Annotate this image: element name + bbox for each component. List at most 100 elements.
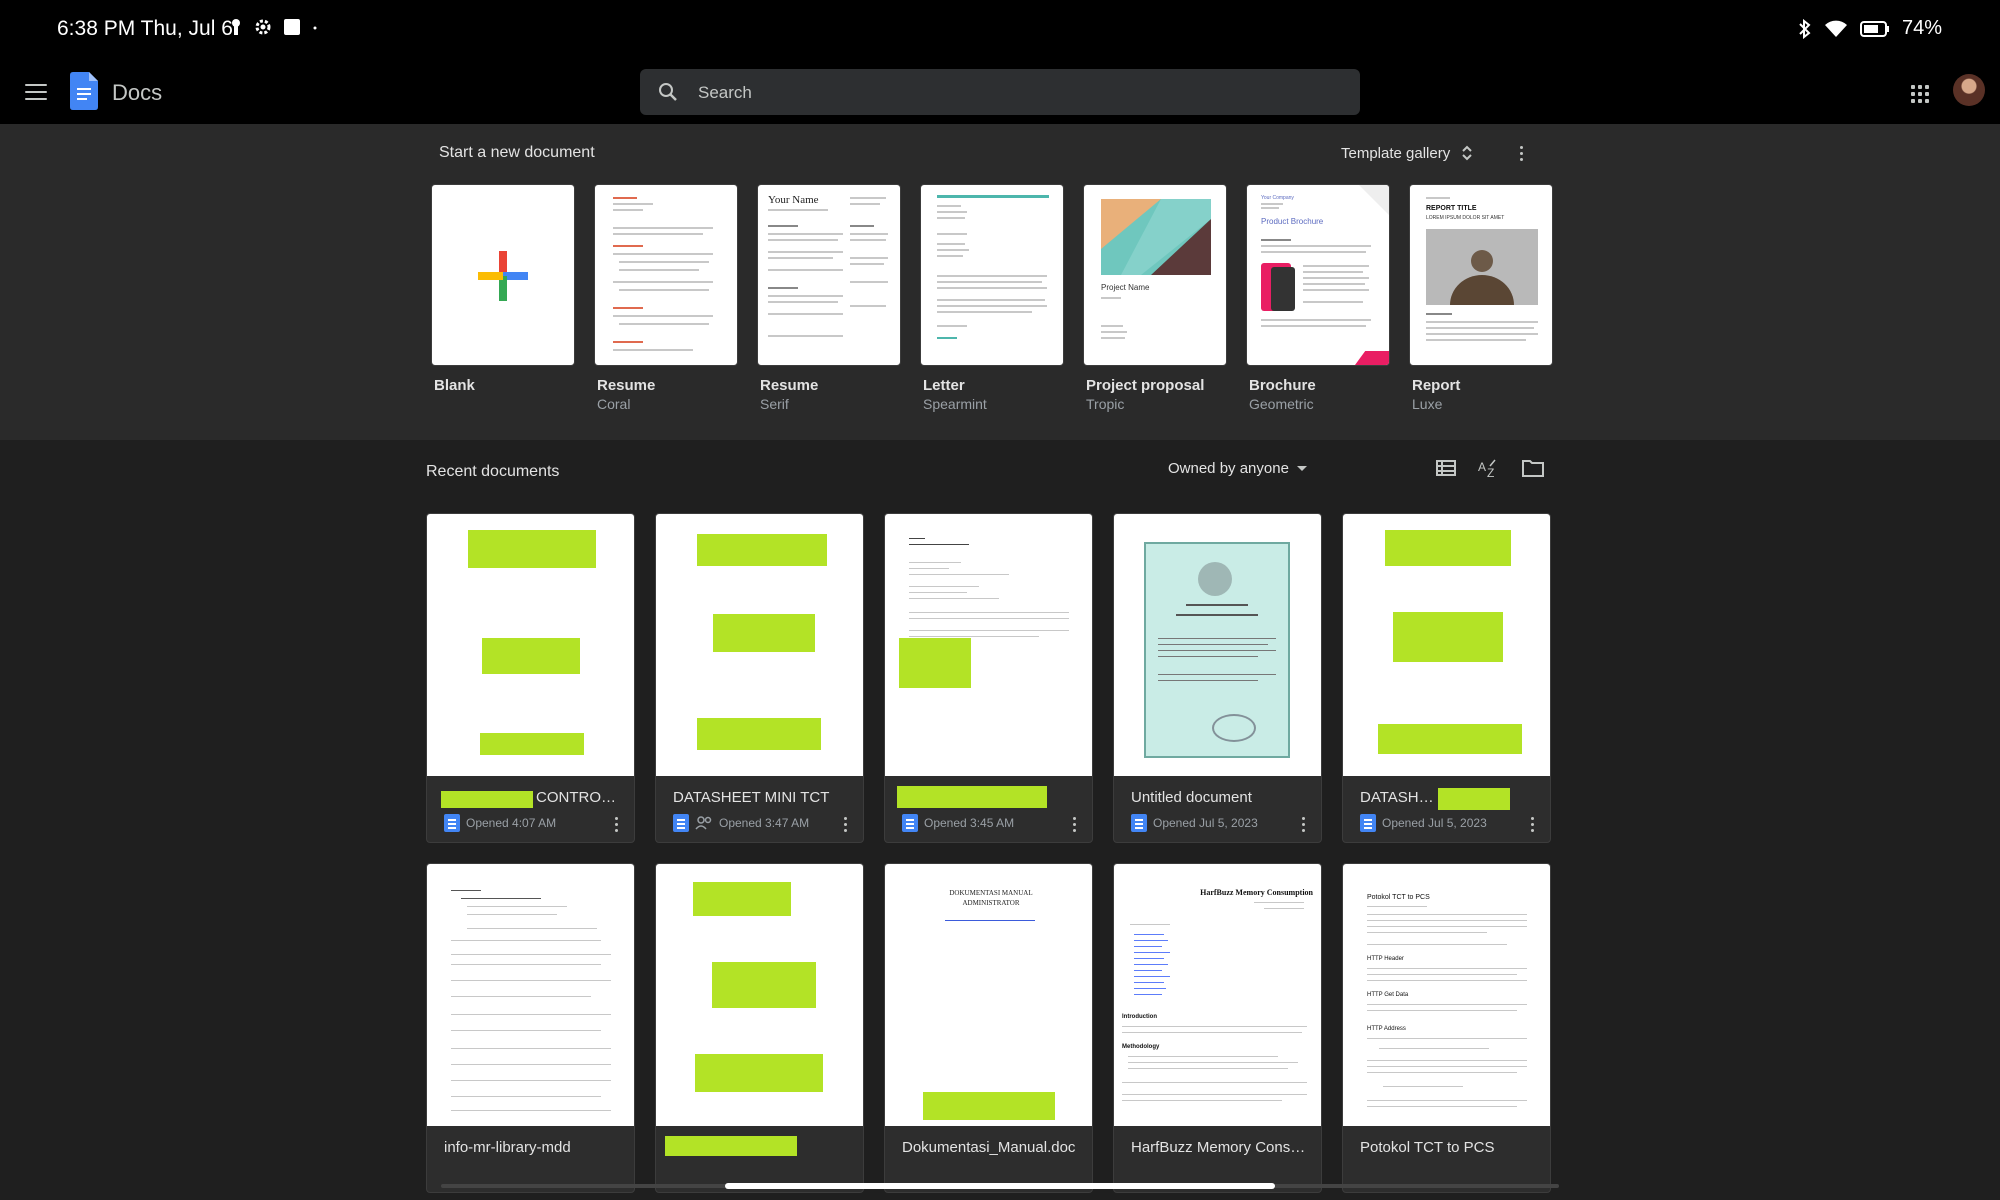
folder-icon[interactable] <box>1522 459 1544 477</box>
certificate-image <box>1144 542 1290 758</box>
template-name: Letter <box>923 377 965 394</box>
doc-thumbnail <box>656 864 863 1126</box>
doc-more-options-icon[interactable] <box>615 817 618 832</box>
template-thumbnail <box>594 184 738 366</box>
home-indicator[interactable] <box>725 1183 1275 1189</box>
template-brochure-geometric[interactable]: Your Company Product Brochure Brochure G… <box>1246 184 1390 412</box>
doc-meta: Opened 4:07 AM <box>444 814 556 832</box>
template-gallery-button[interactable]: Template gallery <box>1341 144 1524 162</box>
google-apps-icon[interactable] <box>1911 85 1929 103</box>
doc-thumbnail <box>656 514 863 776</box>
doc-card[interactable]: Opened 3:45 AM <box>884 513 1093 843</box>
template-name: Report <box>1412 377 1461 394</box>
doc-title: HarfBuzz Memory Consu... <box>1131 1139 1309 1156</box>
battery-percent: 74% <box>1901 17 1942 39</box>
hamburger-menu-icon[interactable] <box>25 84 47 100</box>
shared-people-icon <box>695 816 712 830</box>
keyhole-icon <box>232 19 240 35</box>
doc-more-options-icon[interactable] <box>1073 817 1076 832</box>
view-controls: AZ <box>1436 458 1544 478</box>
template-subtitle: Tropic <box>1086 396 1125 412</box>
doc-meta: Opened 3:45 AM <box>902 814 1014 832</box>
search-box[interactable] <box>640 69 1360 117</box>
search-input[interactable] <box>696 69 1340 117</box>
doc-thumbnail <box>1114 514 1321 776</box>
template-name: Project proposal <box>1086 377 1205 394</box>
template-subtitle: Serif <box>760 396 789 412</box>
doc-opened: Opened 3:45 AM <box>924 816 1015 830</box>
doc-title: Potokol TCT to PCS <box>1360 1139 1495 1156</box>
doc-card[interactable]: HarfBuzz Memory Consumption Introduction <box>1113 863 1322 1193</box>
template-resume-serif[interactable]: Your Name Resume Serif <box>757 184 901 412</box>
report-photo-icon <box>1426 229 1538 305</box>
brochure-company-text: Your Company <box>1261 195 1294 201</box>
doc-card[interactable] <box>655 863 864 1193</box>
chevron-down-icon <box>1296 466 1307 471</box>
doc-more-options-icon[interactable] <box>844 817 847 832</box>
doc-opened: Opened 3:47 AM <box>719 816 810 830</box>
svg-text:A: A <box>1478 460 1486 474</box>
wifi-icon <box>1824 20 1847 37</box>
recent-doc-grid: CONTROLL... Opened 4:07 AM DATASHEET MIN… <box>426 513 1551 1193</box>
brochure-title-text: Product Brochure <box>1261 217 1324 226</box>
dokumentasi-heading: DOKUMENTASI MANUAL ADMINISTRATOR <box>949 889 1033 907</box>
app-name: Docs <box>112 80 163 105</box>
doc-card[interactable]: info-mr-library-mdd <box>426 863 635 1193</box>
template-name: Resume <box>760 377 819 394</box>
image-icon <box>284 19 300 35</box>
doc-meta: Opened Jul 5, 2023 <box>1131 814 1258 832</box>
doc-card[interactable]: CONTROLL... Opened 4:07 AM <box>426 513 635 843</box>
templates-more-options-icon[interactable] <box>1520 145 1524 161</box>
template-letter-spearmint[interactable]: Letter Spearmint <box>920 184 1064 412</box>
doc-thumbnail <box>1343 514 1550 776</box>
harfbuzz-intro: Introduction <box>1122 1014 1157 1020</box>
docs-file-icon <box>1131 814 1147 832</box>
status-system-icons: 74% <box>1798 17 1942 40</box>
doc-card[interactable]: Untitled document Opened Jul 5, 2023 <box>1113 513 1322 843</box>
doc-card[interactable]: DATASHEET MINI TCT Opened 3:47 AM <box>655 513 864 843</box>
template-resume-coral[interactable]: Resume Coral <box>594 184 738 412</box>
doc-card[interactable]: DATASHEET Opened Jul 5, 2023 <box>1342 513 1551 843</box>
doc-thumbnail: HarfBuzz Memory Consumption Introduction <box>1114 864 1321 1126</box>
template-name: Brochure <box>1249 377 1316 394</box>
template-name: Resume <box>597 377 656 394</box>
doc-title: DATASHEET <box>1360 789 1438 806</box>
template-project-proposal-tropic[interactable]: Project Name Project proposal Tropic <box>1083 184 1227 412</box>
project-name-text: Project Name <box>1101 283 1150 292</box>
owner-filter-dropdown[interactable]: Owned by anyone <box>1168 460 1307 477</box>
templates-title: Start a new document <box>439 144 595 161</box>
doc-more-options-icon[interactable] <box>1531 817 1534 832</box>
tropic-art-icon <box>1101 199 1211 275</box>
template-thumbnail: Your Name <box>757 184 901 366</box>
doc-title: Dokumentasi_Manual.doc <box>902 1139 1076 1156</box>
status-time: 6:38 PM Thu, Jul 6 <box>57 17 233 40</box>
template-blank[interactable]: Blank <box>431 184 575 412</box>
app-bar: Docs <box>0 62 2000 124</box>
doc-opened: Opened Jul 5, 2023 <box>1153 816 1258 830</box>
search-icon <box>659 83 677 101</box>
sort-az-icon[interactable]: AZ <box>1478 458 1500 478</box>
doc-thumbnail <box>885 514 1092 776</box>
template-subtitle: Coral <box>597 396 631 412</box>
doc-thumbnail <box>427 514 634 776</box>
doc-title: CONTROLL... <box>536 789 620 806</box>
template-thumbnail: Project Name <box>1083 184 1227 366</box>
owner-filter-label: Owned by anyone <box>1168 460 1289 477</box>
docs-file-icon <box>1360 814 1376 832</box>
docs-logo-icon <box>70 72 98 110</box>
doc-more-options-icon[interactable] <box>1302 817 1305 832</box>
templates-row: Blank Resume Coral Your Name Resume Seri… <box>431 184 1553 412</box>
list-view-icon[interactable] <box>1436 460 1456 476</box>
doc-card[interactable]: DOKUMENTASI MANUAL ADMINISTRATOR Dokumen… <box>884 863 1093 1193</box>
doc-opened: Opened 4:07 AM <box>466 816 557 830</box>
doc-thumbnail <box>427 864 634 1126</box>
potokol-h1: HTTP Header <box>1367 956 1404 962</box>
avatar[interactable] <box>1953 74 1985 106</box>
template-subtitle: Geometric <box>1249 396 1314 412</box>
recent-section: Recent documents Owned by anyone AZ CONT… <box>0 440 2000 1200</box>
doc-card[interactable]: Potokol TCT to PCS HTTP Header HTTP Get … <box>1342 863 1551 1193</box>
template-thumbnail: Your Company Product Brochure <box>1246 184 1390 366</box>
plus-icon <box>478 251 528 301</box>
template-report-luxe[interactable]: REPORT TITLE LOREM IPSUM DOLOR SIT AMET … <box>1409 184 1553 412</box>
template-gallery-label: Template gallery <box>1341 144 1451 162</box>
